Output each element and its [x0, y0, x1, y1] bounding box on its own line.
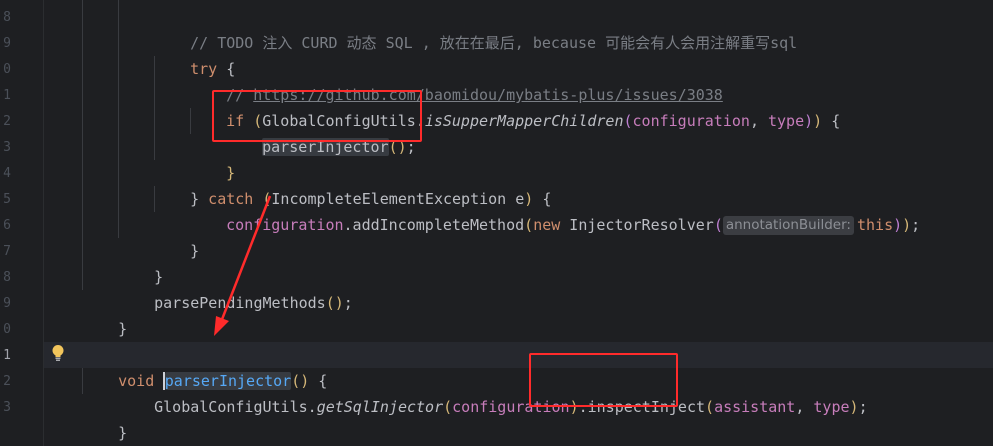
paren: (	[713, 216, 723, 234]
lightbulb-icon[interactable]	[51, 344, 65, 362]
line-number: 8	[3, 270, 11, 285]
code-line[interactable]: }	[82, 394, 127, 442]
line-number: 9	[3, 36, 11, 51]
brace: {	[822, 112, 841, 130]
line-number: 4	[3, 166, 11, 181]
line-number: 2	[3, 374, 11, 389]
class-reference[interactable]: InjectorResolver	[560, 216, 714, 234]
line-number: 2	[3, 114, 11, 129]
line-number: 5	[3, 192, 11, 207]
paren: (	[623, 112, 633, 130]
brace: }	[118, 424, 128, 442]
separator: ,	[795, 398, 814, 416]
paren: (	[524, 216, 534, 234]
paren: ()	[325, 294, 344, 312]
paren: (	[705, 398, 715, 416]
semicolon: ;	[343, 294, 353, 312]
field-reference[interactable]: configuration	[633, 112, 750, 130]
code-line-current[interactable]: void parserInjector() {	[82, 342, 327, 390]
paren: )	[813, 112, 823, 130]
method-call[interactable]: parsePendingMethods	[154, 294, 326, 312]
line-number-current: 1	[3, 348, 11, 363]
line-number-gutter[interactable]: 8 9 0 1 2 3 4 5 6 7 8 9 0 1 2 3	[0, 0, 43, 446]
code-line[interactable]: // TODO 注入 CURD 动态 SQL , 放在在最后, because …	[154, 4, 797, 52]
code-line[interactable]: }	[118, 238, 163, 286]
code-line[interactable]: }	[154, 212, 199, 260]
separator: ,	[749, 112, 768, 130]
code-line[interactable]: } catch (IncompleteElementException e) {	[154, 160, 551, 208]
code-line[interactable]: // https://github.com/baomidou/mybatis-p…	[190, 56, 723, 104]
static-method-call[interactable]: isSupperMapperChildren	[425, 112, 624, 130]
annotation-box-inspectinject	[529, 353, 678, 407]
line-number: 9	[3, 296, 11, 311]
field-reference[interactable]: type	[768, 112, 804, 130]
code-editor[interactable]: 8 9 0 1 2 3 4 5 6 7 8 9 0 1 2 3 // TODO …	[0, 0, 993, 446]
todo-comment: // TODO 注入 CURD 动态 SQL , 放在在最后, because …	[190, 34, 798, 52]
code-line[interactable]: }	[82, 290, 127, 338]
new-keyword: new	[533, 216, 561, 234]
paren: (	[443, 398, 453, 416]
paren: )	[804, 112, 814, 130]
parameter-hint: annotationBuilder:	[722, 216, 854, 235]
static-method-call[interactable]: getSqlInjector	[317, 398, 443, 416]
line-number: 0	[3, 322, 11, 337]
line-number: 6	[3, 218, 11, 233]
indent-guide	[118, 0, 119, 238]
field-reference[interactable]: assistant	[714, 398, 795, 416]
paren: )	[902, 216, 912, 234]
code-line[interactable]: parsePendingMethods();	[118, 264, 353, 312]
line-number: 0	[3, 62, 11, 77]
line-number: 8	[3, 10, 11, 25]
code-line[interactable]: GlobalConfigUtils.getSqlInjector(configu…	[118, 368, 867, 416]
field-reference[interactable]: configuration	[226, 216, 343, 234]
semicolon: ;	[911, 216, 921, 234]
gutter-separator	[43, 0, 44, 446]
paren: )	[893, 216, 903, 234]
method-call[interactable]: .addIncompleteMethod	[344, 216, 525, 234]
semicolon: ;	[858, 398, 868, 416]
line-number: 7	[3, 244, 11, 259]
line-number: 3	[3, 400, 11, 415]
line-number: 1	[3, 88, 11, 103]
annotation-box-call	[212, 90, 422, 142]
field-reference[interactable]: type	[813, 398, 849, 416]
line-number: 3	[3, 140, 11, 155]
brace: }	[118, 320, 128, 338]
paren: )	[849, 398, 859, 416]
this-keyword: this	[856, 216, 894, 234]
code-line[interactable]: try {	[154, 30, 235, 78]
indent-guide	[82, 0, 83, 290]
class-reference[interactable]: GlobalConfigUtils.	[154, 398, 317, 416]
code-line[interactable]: configuration.addIncompleteMethod(new In…	[190, 186, 920, 235]
brace: }	[190, 242, 200, 260]
